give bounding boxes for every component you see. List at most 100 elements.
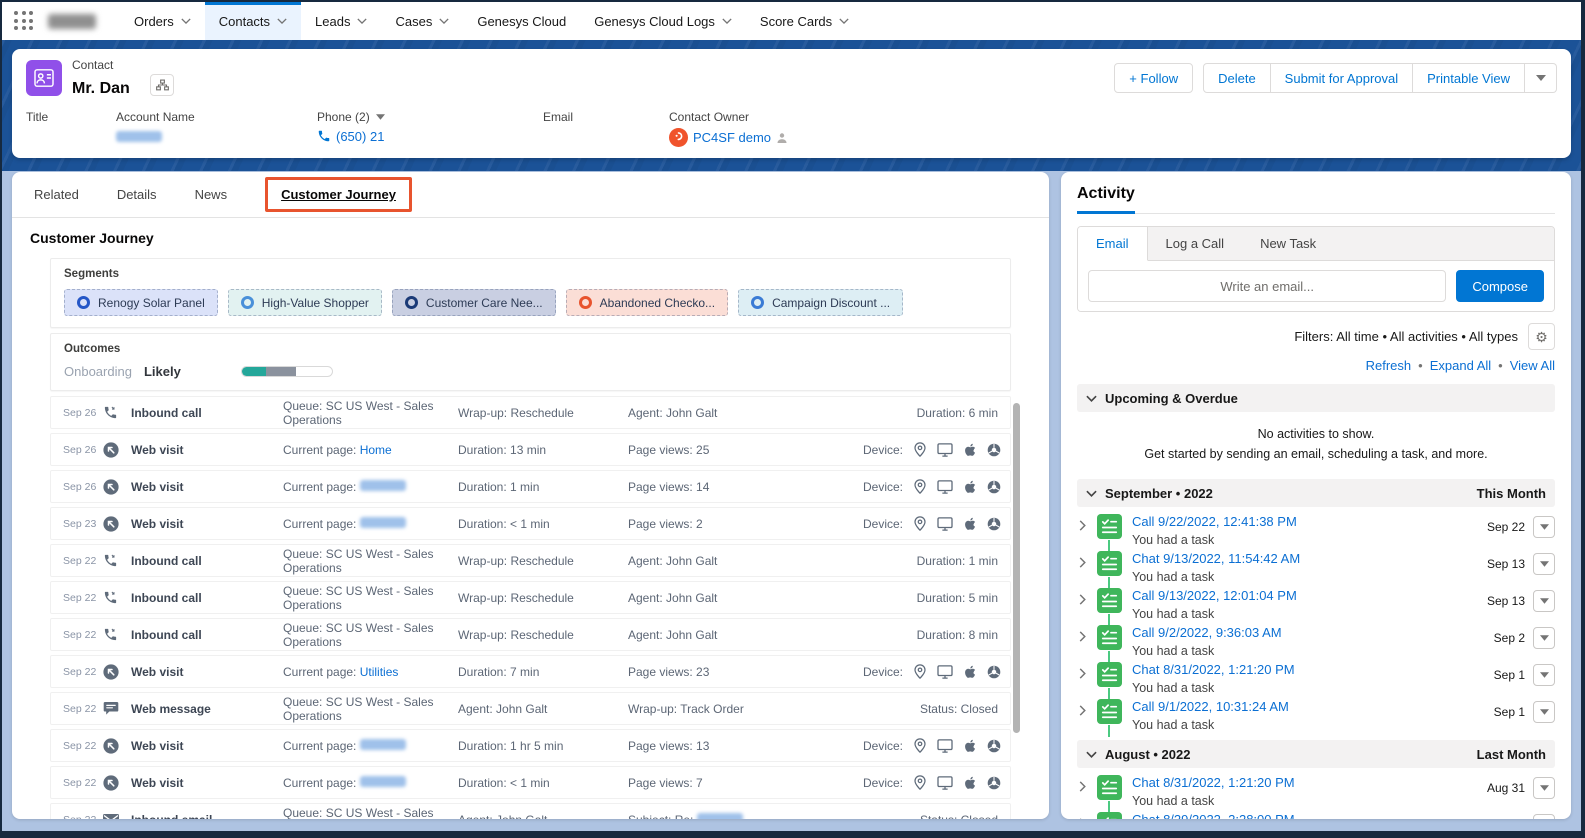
activity-item-link[interactable]: Call 9/2/2022, 9:36:03 AM bbox=[1132, 625, 1494, 640]
journey-scrollbar[interactable] bbox=[1013, 403, 1020, 733]
segment-chip-customer-care-nee[interactable]: Customer Care Nee... bbox=[392, 289, 556, 316]
owner-name-link[interactable]: PC4SF demo bbox=[693, 130, 771, 145]
chevron-right-icon[interactable] bbox=[1079, 812, 1097, 819]
event-page-link[interactable]: Utilities bbox=[360, 665, 399, 679]
web-visit-icon bbox=[103, 775, 131, 791]
tab-customer-journey-annotated[interactable]: Customer Journey bbox=[265, 177, 412, 212]
activity-item-link[interactable]: Call 9/22/2022, 12:41:38 PM bbox=[1132, 514, 1487, 529]
redacted-text bbox=[697, 813, 743, 820]
event-device-group: Device: bbox=[863, 738, 1001, 753]
item-actions-dropdown-button[interactable] bbox=[1533, 814, 1555, 819]
chevron-right-icon[interactable] bbox=[1079, 514, 1097, 536]
chevron-right-icon[interactable] bbox=[1079, 699, 1097, 721]
submit-for-approval-button[interactable]: Submit for Approval bbox=[1271, 63, 1413, 93]
activity-item: Chat 8/31/2022, 1:21:20 PMYou had a task… bbox=[1077, 655, 1555, 692]
section-title: September • 2022 bbox=[1105, 486, 1213, 501]
event-date: Sep 22 bbox=[63, 777, 103, 789]
outcome-likelihood: Likely bbox=[144, 364, 181, 379]
refresh-link[interactable]: Refresh bbox=[1366, 358, 1412, 373]
view-all-link[interactable]: View All bbox=[1510, 358, 1555, 373]
chevron-right-icon[interactable] bbox=[1079, 551, 1097, 573]
record-action-group: Delete Submit for Approval Printable Vie… bbox=[1203, 63, 1557, 93]
email-input[interactable] bbox=[1088, 270, 1446, 302]
activity-item-link[interactable]: Chat 8/29/2022, 2:28:00 PM bbox=[1132, 812, 1487, 819]
chevron-right-icon[interactable] bbox=[1079, 662, 1097, 684]
activity-item-main: Chat 8/31/2022, 1:21:20 PMYou had a task bbox=[1132, 662, 1494, 695]
delete-button[interactable]: Delete bbox=[1203, 63, 1271, 93]
change-owner-icon[interactable] bbox=[776, 132, 788, 144]
item-actions-dropdown-button[interactable] bbox=[1533, 701, 1555, 723]
task-icon[interactable] bbox=[1097, 588, 1122, 613]
section-header-upcoming-overdue[interactable]: Upcoming & Overdue bbox=[1077, 384, 1555, 412]
activity-item-main: Chat 9/13/2022, 11:54:42 AMYou had a tas… bbox=[1132, 551, 1487, 584]
chrome-icon bbox=[987, 480, 1001, 494]
account-name-link-redacted[interactable] bbox=[116, 131, 162, 142]
task-icon[interactable] bbox=[1097, 551, 1122, 576]
tab-details[interactable]: Details bbox=[117, 187, 157, 202]
nav-tab-label: Genesys Cloud bbox=[477, 14, 566, 29]
chevron-right-icon[interactable] bbox=[1079, 775, 1097, 797]
segment-chip-campaign-discount[interactable]: Campaign Discount ... bbox=[738, 289, 903, 316]
segment-chip-abandoned-checko[interactable]: Abandoned Checko... bbox=[566, 289, 728, 316]
activity-item-link[interactable]: Chat 8/31/2022, 1:21:20 PM bbox=[1132, 775, 1487, 790]
app-launcher-icon[interactable] bbox=[14, 11, 34, 31]
view-hierarchy-button[interactable] bbox=[150, 74, 174, 96]
item-actions-dropdown-button[interactable] bbox=[1533, 627, 1555, 649]
task-icon[interactable] bbox=[1097, 662, 1122, 687]
task-icon[interactable] bbox=[1097, 514, 1122, 539]
task-icon[interactable] bbox=[1097, 699, 1122, 724]
activity-item-main: Call 9/1/2022, 10:31:24 AMYou had a task bbox=[1132, 699, 1494, 732]
record-detail-card: Related Details News Customer Journey Custo… bbox=[12, 172, 1049, 819]
activity-timeline: Upcoming & OverdueNo activities to show.… bbox=[1077, 384, 1555, 819]
activity-item-link[interactable]: Chat 9/13/2022, 11:54:42 AM bbox=[1132, 551, 1487, 566]
nav-tab-genesys-cloud[interactable]: Genesys Cloud bbox=[463, 2, 580, 40]
item-actions-dropdown-button[interactable] bbox=[1533, 590, 1555, 612]
journey-event-row: Sep 22Web messageQueue: SC US West - Sal… bbox=[50, 692, 1011, 725]
activity-item: Call 9/1/2022, 10:31:24 AMYou had a task… bbox=[1077, 692, 1555, 729]
segment-chip-renogy-solar-panel[interactable]: Renogy Solar Panel bbox=[64, 289, 218, 316]
section-header-august-2022[interactable]: August • 2022Last Month bbox=[1077, 740, 1555, 768]
composer-tab-new-task[interactable]: New Task bbox=[1242, 227, 1334, 260]
composer-tab-log-a-call[interactable]: Log a Call bbox=[1148, 227, 1243, 260]
composer-tab-email[interactable]: Email bbox=[1078, 227, 1148, 261]
event-page-link[interactable]: Home bbox=[360, 443, 392, 457]
nav-tab-cases[interactable]: Cases bbox=[381, 2, 463, 40]
event-detail: Page views: 14 bbox=[628, 480, 863, 494]
gear-icon[interactable]: ⚙ bbox=[1528, 323, 1555, 350]
nav-tab-genesys-cloud-logs[interactable]: Genesys Cloud Logs bbox=[580, 2, 746, 40]
follow-button[interactable]: + Follow bbox=[1114, 63, 1193, 93]
item-actions-dropdown-button[interactable] bbox=[1533, 777, 1555, 799]
nav-tab-score-cards[interactable]: Score Cards bbox=[746, 2, 863, 40]
printable-view-button[interactable]: Printable View bbox=[1413, 63, 1525, 93]
phone-number-link[interactable]: (650) 21 bbox=[336, 129, 384, 144]
activity-item-meta: Sep 13 bbox=[1487, 551, 1555, 575]
expand-all-link[interactable]: Expand All bbox=[1430, 358, 1491, 373]
nav-tab-orders[interactable]: Orders bbox=[120, 2, 205, 40]
task-icon[interactable] bbox=[1097, 625, 1122, 650]
more-actions-button[interactable] bbox=[1525, 63, 1557, 93]
item-actions-dropdown-button[interactable] bbox=[1533, 516, 1555, 538]
activity-item-link[interactable]: Call 9/1/2022, 10:31:24 AM bbox=[1132, 699, 1494, 714]
event-detail-label: Current page: bbox=[283, 739, 360, 753]
task-icon[interactable] bbox=[1097, 812, 1122, 819]
task-icon[interactable] bbox=[1097, 775, 1122, 800]
item-actions-dropdown-button[interactable] bbox=[1533, 664, 1555, 686]
activity-item-link[interactable]: Call 9/13/2022, 12:01:04 PM bbox=[1132, 588, 1487, 603]
event-detail: Current page: bbox=[283, 480, 458, 494]
nav-tab-leads[interactable]: Leads bbox=[301, 2, 381, 40]
segment-chip-high-value-shopper[interactable]: High-Value Shopper bbox=[228, 289, 382, 316]
segment-label: Customer Care Nee... bbox=[426, 296, 543, 310]
record-name: Mr. Dan bbox=[72, 80, 130, 98]
compose-button[interactable]: Compose bbox=[1456, 270, 1544, 302]
nav-tab-contacts[interactable]: Contacts bbox=[205, 2, 301, 40]
chevron-right-icon[interactable] bbox=[1079, 625, 1097, 647]
chevron-right-icon[interactable] bbox=[1079, 588, 1097, 610]
tab-news[interactable]: News bbox=[195, 187, 228, 202]
section-header-september-2022[interactable]: September • 2022This Month bbox=[1077, 479, 1555, 507]
tab-related[interactable]: Related bbox=[34, 187, 79, 202]
event-right-detail: Status: Closed bbox=[863, 813, 998, 820]
activity-item-link[interactable]: Chat 8/31/2022, 1:21:20 PM bbox=[1132, 662, 1494, 677]
phone-field-label[interactable]: Phone (2) bbox=[317, 110, 517, 124]
activity-filters-summary[interactable]: Filters: All time • All activities • All… bbox=[1294, 329, 1518, 344]
item-actions-dropdown-button[interactable] bbox=[1533, 553, 1555, 575]
